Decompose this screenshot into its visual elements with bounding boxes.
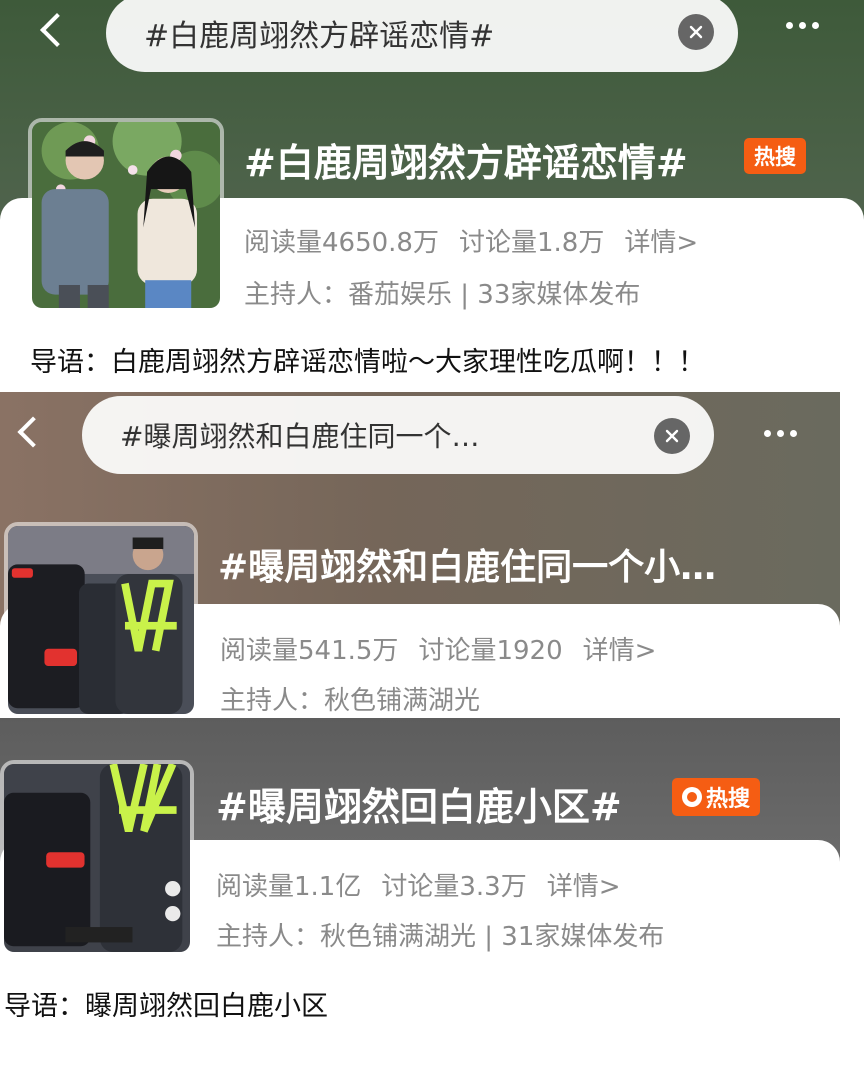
hot-search-badge: 热搜: [744, 138, 806, 174]
topic-lede: 导语：曝周翊然回白鹿小区: [4, 991, 328, 1022]
topic-thumbnail[interactable]: [0, 760, 194, 956]
topic-thumbnail[interactable]: [4, 522, 198, 718]
couple-photo: [32, 122, 220, 308]
details-link[interactable]: 详情>: [624, 222, 698, 259]
hot-badge-label: 热搜: [705, 787, 750, 812]
topic-stats: 阅读量1.1亿 讨论量3.3万 详情>: [216, 866, 621, 903]
topic-title[interactable]: #曝周翊然回白鹿小区#: [216, 776, 676, 831]
search-query: #白鹿周翊然方辟谣恋情#: [144, 19, 495, 54]
read-count: 阅读量541.5万: [220, 636, 399, 666]
topic-title[interactable]: #曝周翊然和白鹿住同一个小…: [218, 538, 824, 590]
topic-host: 主持人：秋色铺满湖光: [220, 686, 481, 716]
discussion-count: 讨论量1920: [418, 636, 563, 666]
topic-panel-3: #曝周翊然回白鹿小区# 热搜 阅读量1.1亿 讨论量3.3万 详情> 主持人：秋…: [0, 718, 840, 958]
search-bar[interactable]: #白鹿周翊然方辟谣恋情#: [106, 0, 738, 72]
back-button[interactable]: [6, 410, 50, 454]
ellipsis-icon: [786, 22, 793, 29]
back-button[interactable]: [30, 8, 74, 52]
clear-search-button[interactable]: [678, 14, 714, 50]
ellipsis-icon: [764, 430, 771, 437]
topic-title[interactable]: #白鹿周翊然方辟谣恋情#: [244, 132, 740, 187]
chevron-left-icon: [17, 416, 49, 448]
clear-search-button[interactable]: [654, 418, 690, 454]
topic-host: 主持人：秋色铺满湖光 | 31家媒体发布: [216, 922, 665, 952]
read-count: 阅读量1.1亿: [216, 872, 362, 902]
hot-badge-label: 热搜: [754, 145, 796, 169]
details-link[interactable]: 详情>: [583, 630, 657, 667]
hot-search-badge: 热搜: [672, 778, 760, 816]
topic-host: 主持人：番茄娱乐 | 33家媒体发布: [244, 280, 641, 310]
details-link[interactable]: 详情>: [547, 866, 621, 903]
street-photo: [8, 526, 194, 714]
search-bar[interactable]: #曝周翊然和白鹿住同一个…: [82, 396, 714, 474]
topic-panel-1: #白鹿周翊然方辟谣恋情# #白鹿周翊然方辟谣恋情# 热搜 阅读量4650.8万 …: [0, 0, 864, 392]
street-photo: [4, 764, 190, 952]
discussion-count: 讨论量3.3万: [381, 872, 527, 902]
topic-stats: 阅读量541.5万 讨论量1920 详情>: [220, 630, 656, 667]
discussion-count: 讨论量1.8万: [458, 228, 605, 258]
topic-lede: 导语：白鹿周翊然方辟谣恋情啦～大家理性吃瓜啊！！！: [30, 347, 705, 378]
chevron-left-icon: [40, 13, 74, 47]
close-icon: [665, 429, 679, 443]
topic-panel-2: #曝周翊然和白鹿住同一个… #曝周翊然和白鹿住同一个小… 阅读量541.5万 讨…: [0, 392, 840, 718]
read-count: 阅读量4650.8万: [244, 228, 439, 258]
topic-stats: 阅读量4650.8万 讨论量1.8万 详情>: [244, 222, 698, 259]
flame-icon: [681, 787, 702, 807]
close-icon: [689, 25, 703, 39]
topic-thumbnail[interactable]: [28, 118, 224, 312]
more-options-button[interactable]: [786, 22, 819, 29]
search-query: #曝周翊然和白鹿住同一个…: [120, 420, 480, 453]
more-options-button[interactable]: [764, 430, 797, 437]
